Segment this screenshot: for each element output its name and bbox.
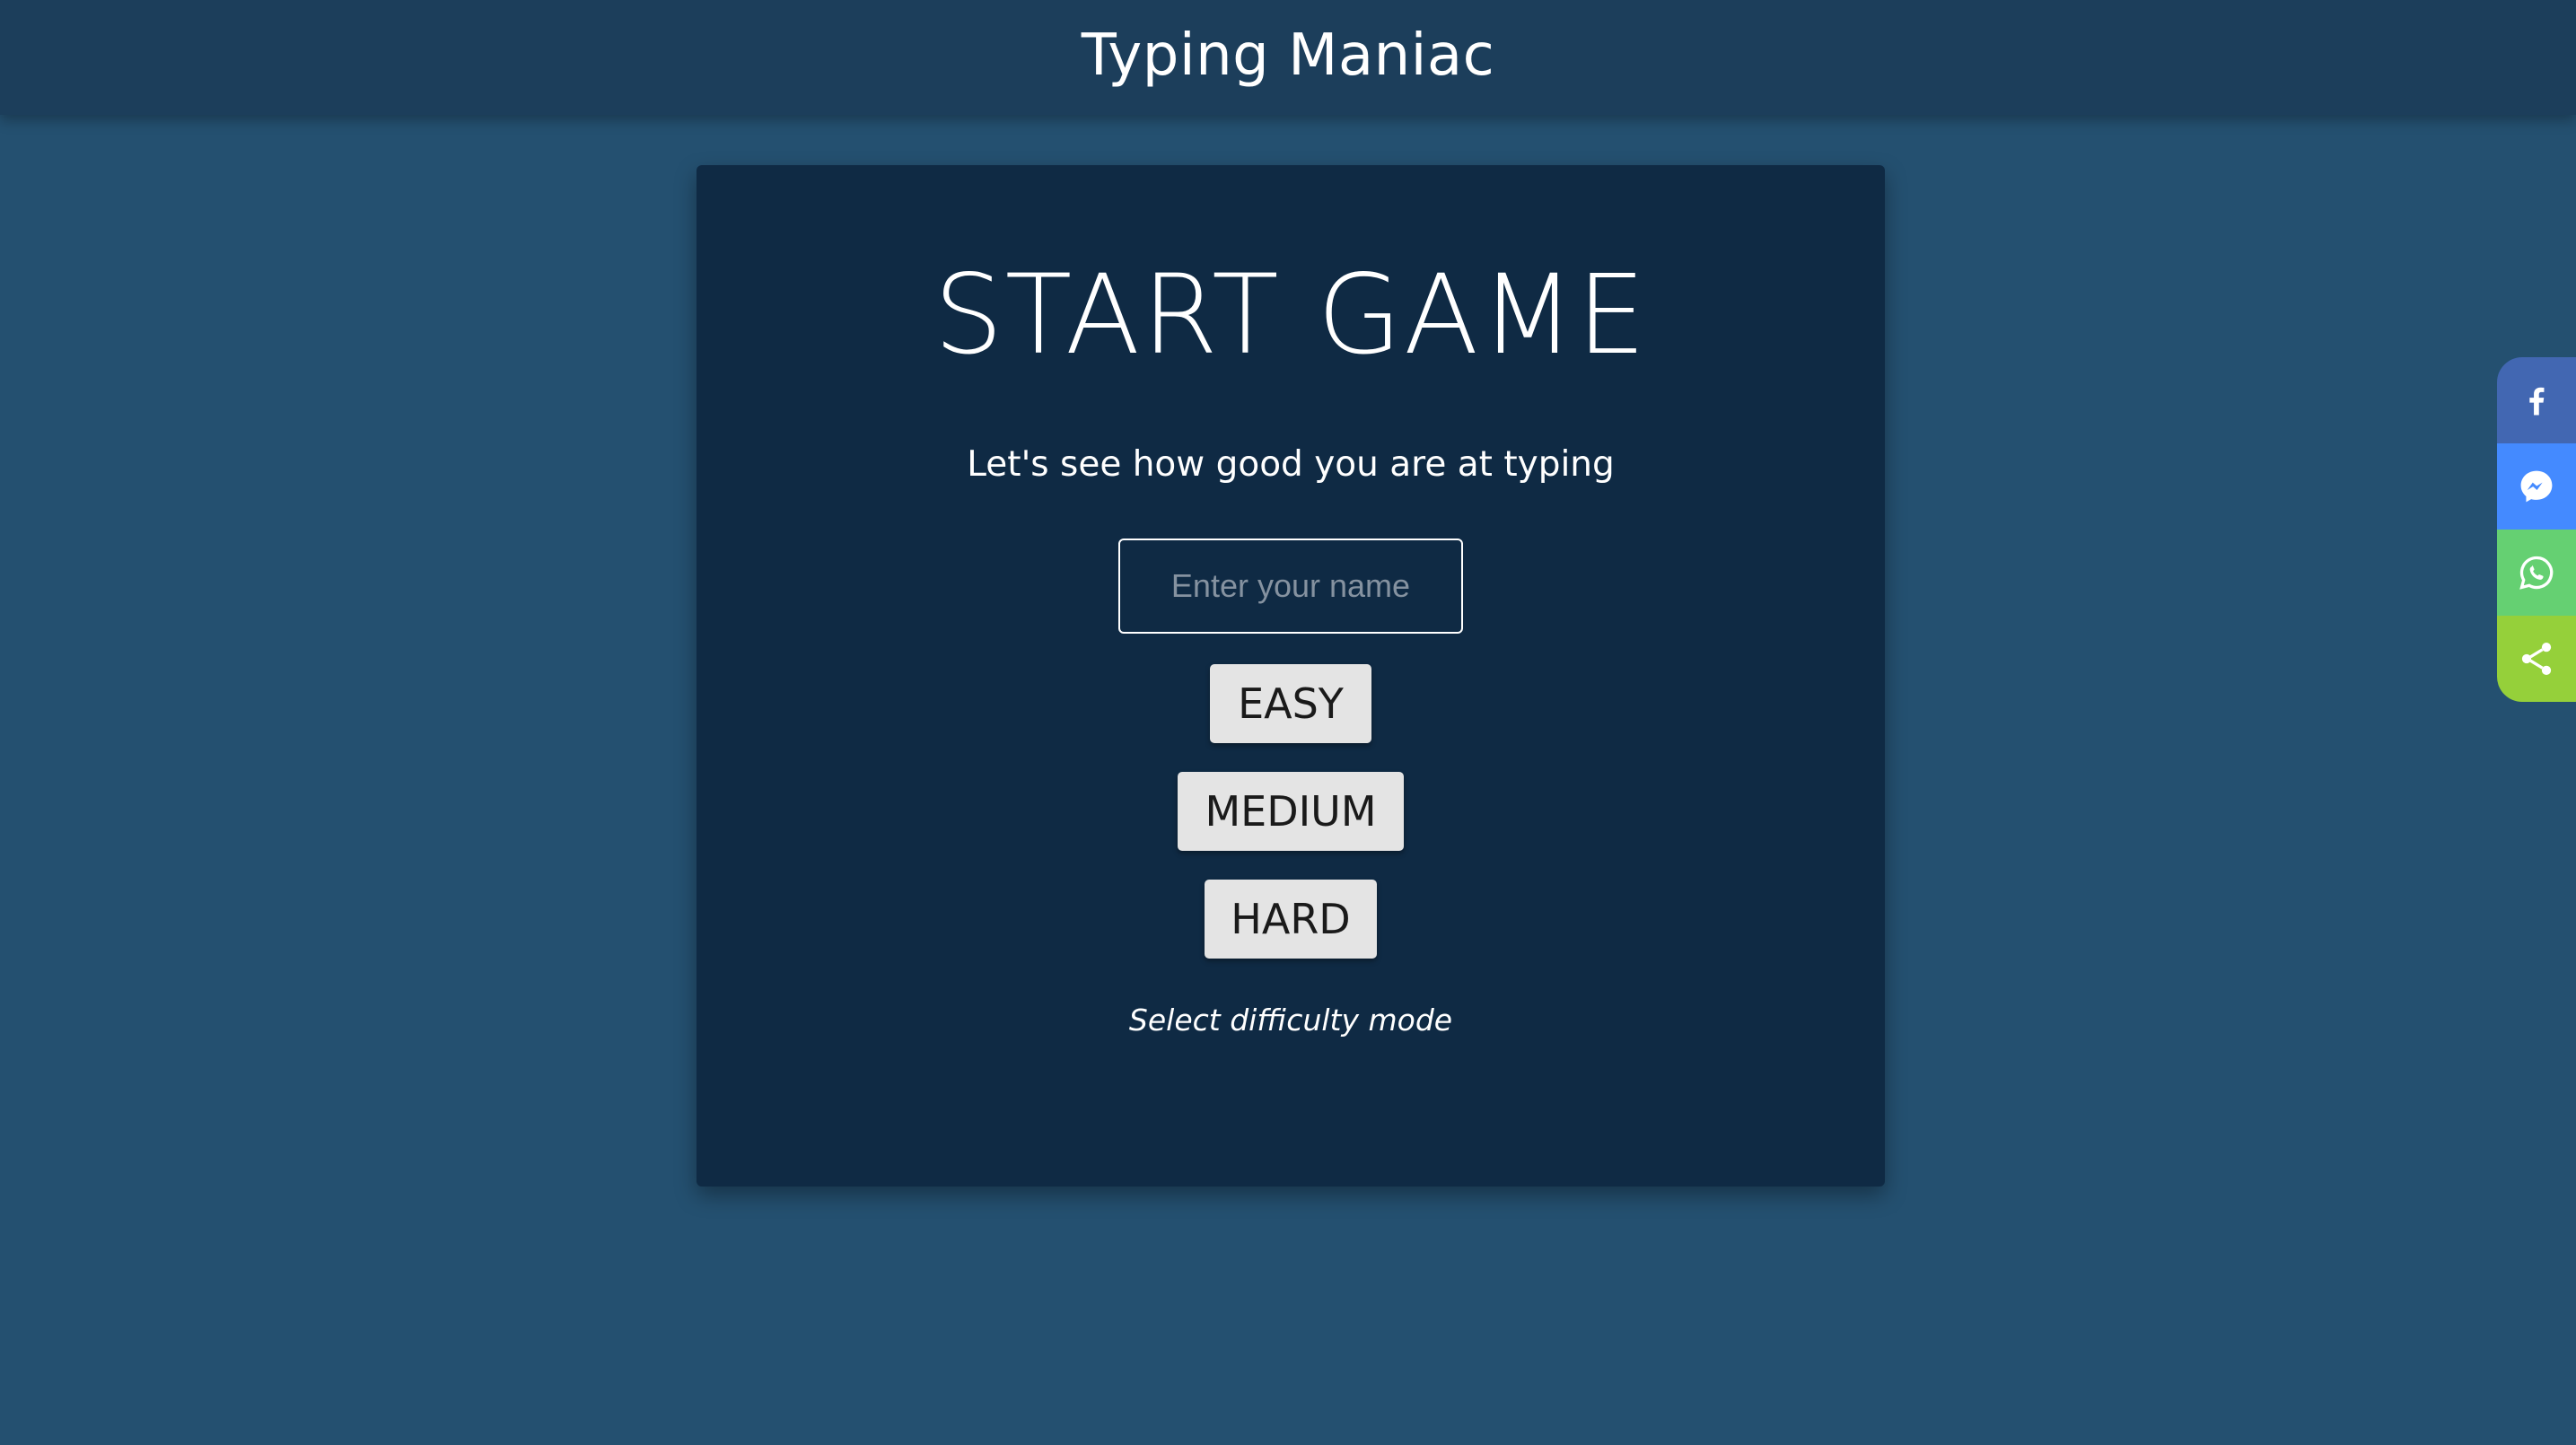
hard-button[interactable]: HARD: [1205, 880, 1377, 959]
share-icon: [2521, 643, 2552, 675]
start-game-card: START GAME Let's see how good you are at…: [697, 165, 1885, 1187]
start-game-subtitle: Let's see how good you are at typing: [967, 444, 1615, 485]
app-header: Typing Maniac: [0, 0, 2576, 115]
start-game-title: START GAME: [933, 251, 1648, 379]
app-title: Typing Maniac: [1081, 22, 1495, 89]
facebook-icon: [2529, 387, 2545, 416]
share-button[interactable]: [2497, 616, 2576, 702]
facebook-share-button[interactable]: [2497, 357, 2576, 443]
difficulty-hint: Select difficulty mode: [1128, 1003, 1453, 1038]
name-input[interactable]: [1118, 539, 1463, 634]
messenger-icon: [2520, 470, 2553, 503]
whatsapp-icon: [2519, 556, 2554, 590]
share-sidebar: [2497, 357, 2576, 702]
messenger-share-button[interactable]: [2497, 443, 2576, 530]
whatsapp-share-button[interactable]: [2497, 530, 2576, 616]
medium-button[interactable]: MEDIUM: [1178, 772, 1404, 851]
easy-button[interactable]: EASY: [1210, 664, 1371, 743]
